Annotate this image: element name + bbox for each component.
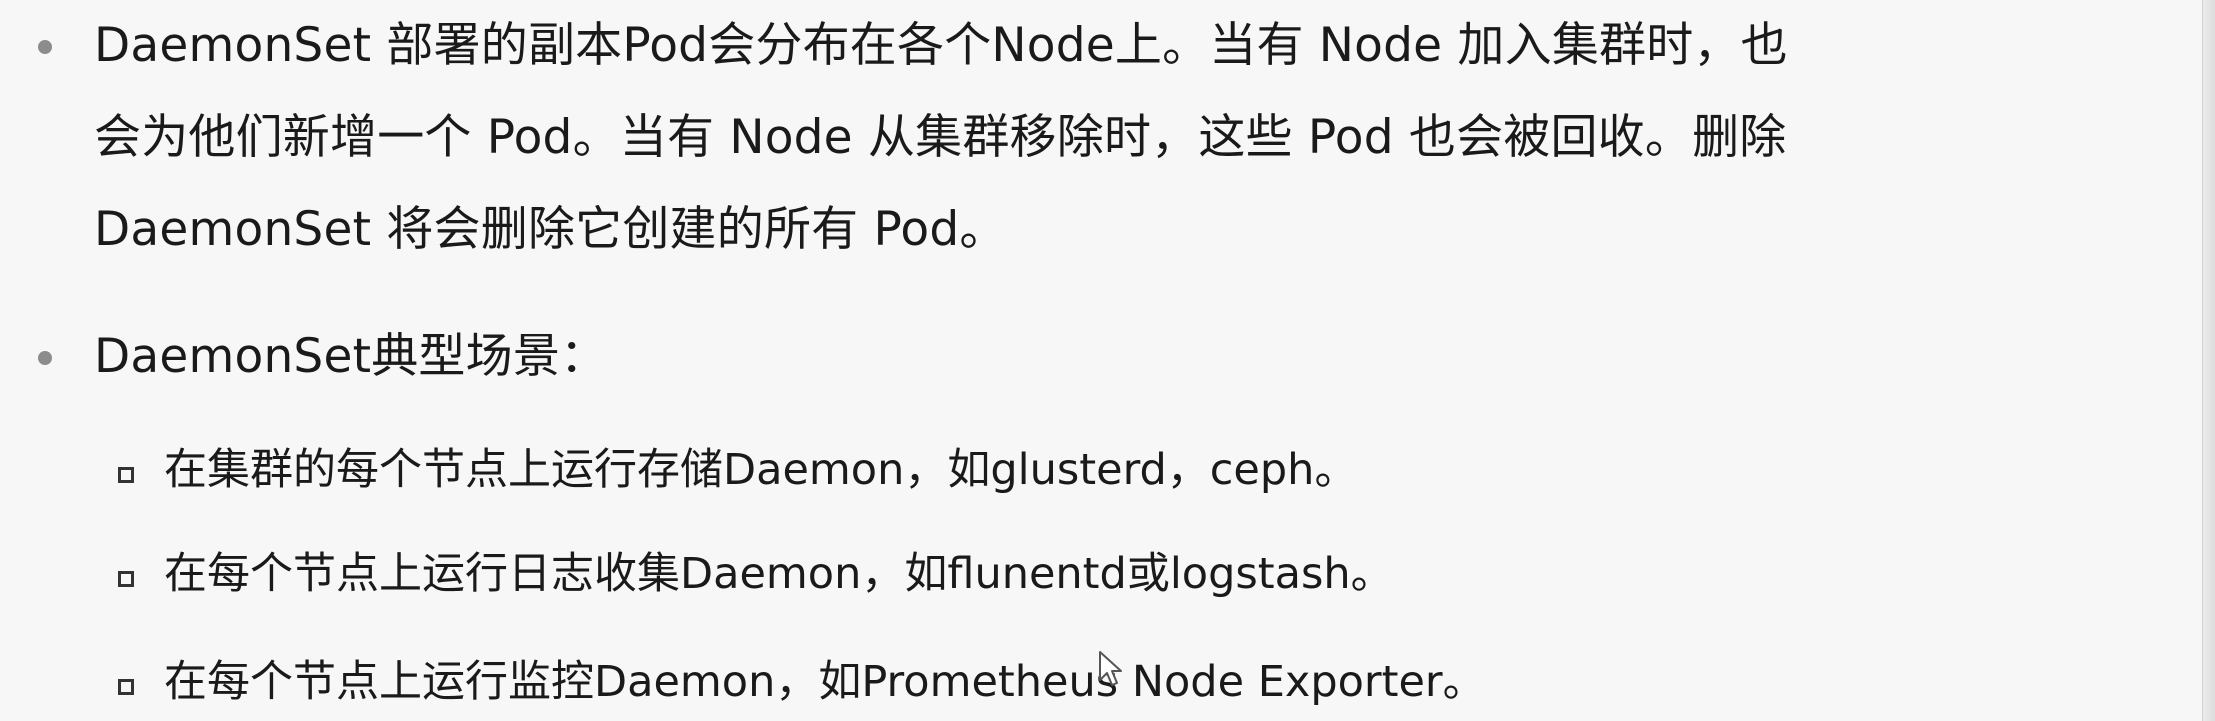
sub-item-2-text: 在每个节点上运行日志收集Daemon，如flunentd或logstash。 [164,549,1394,599]
bullet-2-heading: DaemonSet典型场景： [94,329,608,384]
gray-dot-icon [38,40,52,54]
gray-dot-icon [38,351,52,365]
bullet-1-line-2: 会为他们新增一个 Pod。当有 Node 从集群移除时，这些 Pod 也会被回收… [94,110,1787,165]
sub-item-3-text: 在每个节点上运行监控Daemon，如Prometheus Node Export… [164,657,1486,707]
sub-item-1-text: 在集群的每个节点上运行存储Daemon，如glusterd，ceph。 [164,445,1358,495]
hollow-square-icon [118,467,134,483]
hollow-square-icon [118,679,134,695]
mouse-pointer-icon [1099,651,1122,686]
slide: DaemonSet 部署的副本Pod会分布在各个Node上。当有 Node 加入… [0,0,2215,721]
bullet-1-line-1: DaemonSet 部署的副本Pod会分布在各个Node上。当有 Node 加入… [94,18,1788,73]
scrollbar[interactable] [2202,0,2215,721]
hollow-square-icon [118,571,134,587]
bullet-1-line-3: DaemonSet 将会删除它创建的所有 Pod。 [94,202,1007,257]
